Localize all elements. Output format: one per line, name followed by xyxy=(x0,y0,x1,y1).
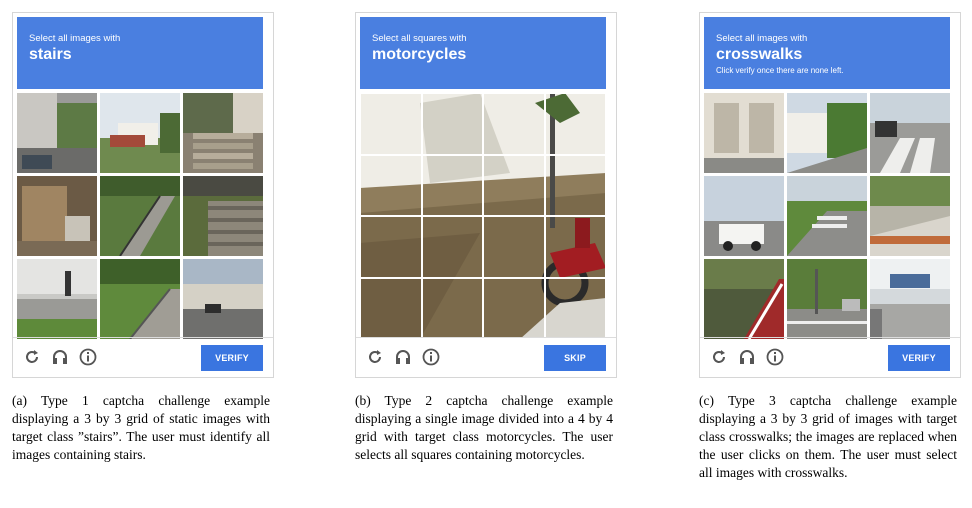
grid-tile[interactable] xyxy=(787,176,867,256)
grid-square[interactable] xyxy=(421,277,483,339)
image-grid xyxy=(360,93,606,339)
image-grid xyxy=(17,93,263,339)
grid-tile[interactable] xyxy=(17,259,97,339)
figure-caption-c: (c) Type 3 captcha challenge example dis… xyxy=(699,393,957,480)
grid-square[interactable] xyxy=(544,216,606,278)
grid-square[interactable] xyxy=(544,277,606,339)
audio-icon[interactable] xyxy=(50,347,70,367)
captcha-header: Select all images with crosswalks Click … xyxy=(704,17,950,89)
grid-square[interactable] xyxy=(360,93,422,155)
grid-tile[interactable] xyxy=(787,93,867,173)
info-icon[interactable] xyxy=(421,347,441,367)
grid-square[interactable] xyxy=(544,154,606,216)
grid-square[interactable] xyxy=(421,216,483,278)
grid-tile[interactable] xyxy=(870,93,950,173)
captcha-target: crosswalks xyxy=(716,46,803,63)
grid-tile[interactable] xyxy=(787,259,867,339)
figure-caption-a: (a) Type 1 captcha challenge example dis… xyxy=(12,393,270,462)
grid-square[interactable] xyxy=(360,154,422,216)
grid-tile[interactable] xyxy=(870,259,950,339)
reload-icon[interactable] xyxy=(709,347,729,367)
captcha-prompt: Select all images with xyxy=(29,33,121,44)
captcha-footer: VERIFY xyxy=(700,337,960,377)
grid-tile[interactable] xyxy=(17,93,97,173)
grid-tile[interactable] xyxy=(704,259,784,339)
grid-square[interactable] xyxy=(544,93,606,155)
grid-tile[interactable] xyxy=(17,176,97,256)
grid-square[interactable] xyxy=(421,93,483,155)
grid-square[interactable] xyxy=(360,277,422,339)
reload-icon[interactable] xyxy=(22,347,42,367)
grid-square[interactable] xyxy=(483,277,545,339)
captcha-header: Select all squares with motorcycles xyxy=(360,17,606,89)
grid-square[interactable] xyxy=(483,93,545,155)
grid-square[interactable] xyxy=(360,216,422,278)
grid-tile[interactable] xyxy=(100,176,180,256)
info-icon[interactable] xyxy=(78,347,98,367)
reload-icon[interactable] xyxy=(365,347,385,367)
verify-button[interactable]: VERIFY xyxy=(201,345,263,371)
skip-button[interactable]: SKIP xyxy=(544,345,606,371)
image-grid xyxy=(704,93,950,339)
grid-square[interactable] xyxy=(421,154,483,216)
captcha-header: Select all images with stairs xyxy=(17,17,263,89)
grid-tile[interactable] xyxy=(870,176,950,256)
captcha-widget: Select all squares with motorcycles SKIP xyxy=(355,12,617,378)
grid-tile[interactable] xyxy=(183,93,263,173)
grid-tile[interactable] xyxy=(100,259,180,339)
captcha-footer: SKIP xyxy=(356,337,616,377)
captcha-widget: Select all images with stairs VERIFY xyxy=(12,12,274,378)
captcha-prompt: Select all images with xyxy=(716,33,808,44)
figure-caption-b: (b) Type 2 captcha challenge example dis… xyxy=(355,393,613,462)
grid-tile[interactable] xyxy=(704,93,784,173)
captcha-target: motorcycles xyxy=(372,46,467,63)
info-icon[interactable] xyxy=(765,347,785,367)
grid-tile[interactable] xyxy=(704,176,784,256)
captcha-target: stairs xyxy=(29,46,72,63)
captcha-widget: Select all images with crosswalks Click … xyxy=(699,12,961,378)
captcha-instruction: Click verify once there are none left. xyxy=(716,66,844,75)
grid-square[interactable] xyxy=(483,154,545,216)
verify-button[interactable]: VERIFY xyxy=(888,345,950,371)
grid-tile[interactable] xyxy=(183,259,263,339)
captcha-panel-b: Select all squares with motorcycles SKIP xyxy=(355,12,617,378)
captcha-panel-a: Select all images with stairs VERIFY xyxy=(12,12,274,378)
audio-icon[interactable] xyxy=(393,347,413,367)
grid-square[interactable] xyxy=(483,216,545,278)
grid-tile[interactable] xyxy=(100,93,180,173)
audio-icon[interactable] xyxy=(737,347,757,367)
captcha-panel-c: Select all images with crosswalks Click … xyxy=(699,12,961,378)
captcha-footer: VERIFY xyxy=(13,337,273,377)
captcha-prompt: Select all squares with xyxy=(372,33,467,44)
grid-tile[interactable] xyxy=(183,176,263,256)
